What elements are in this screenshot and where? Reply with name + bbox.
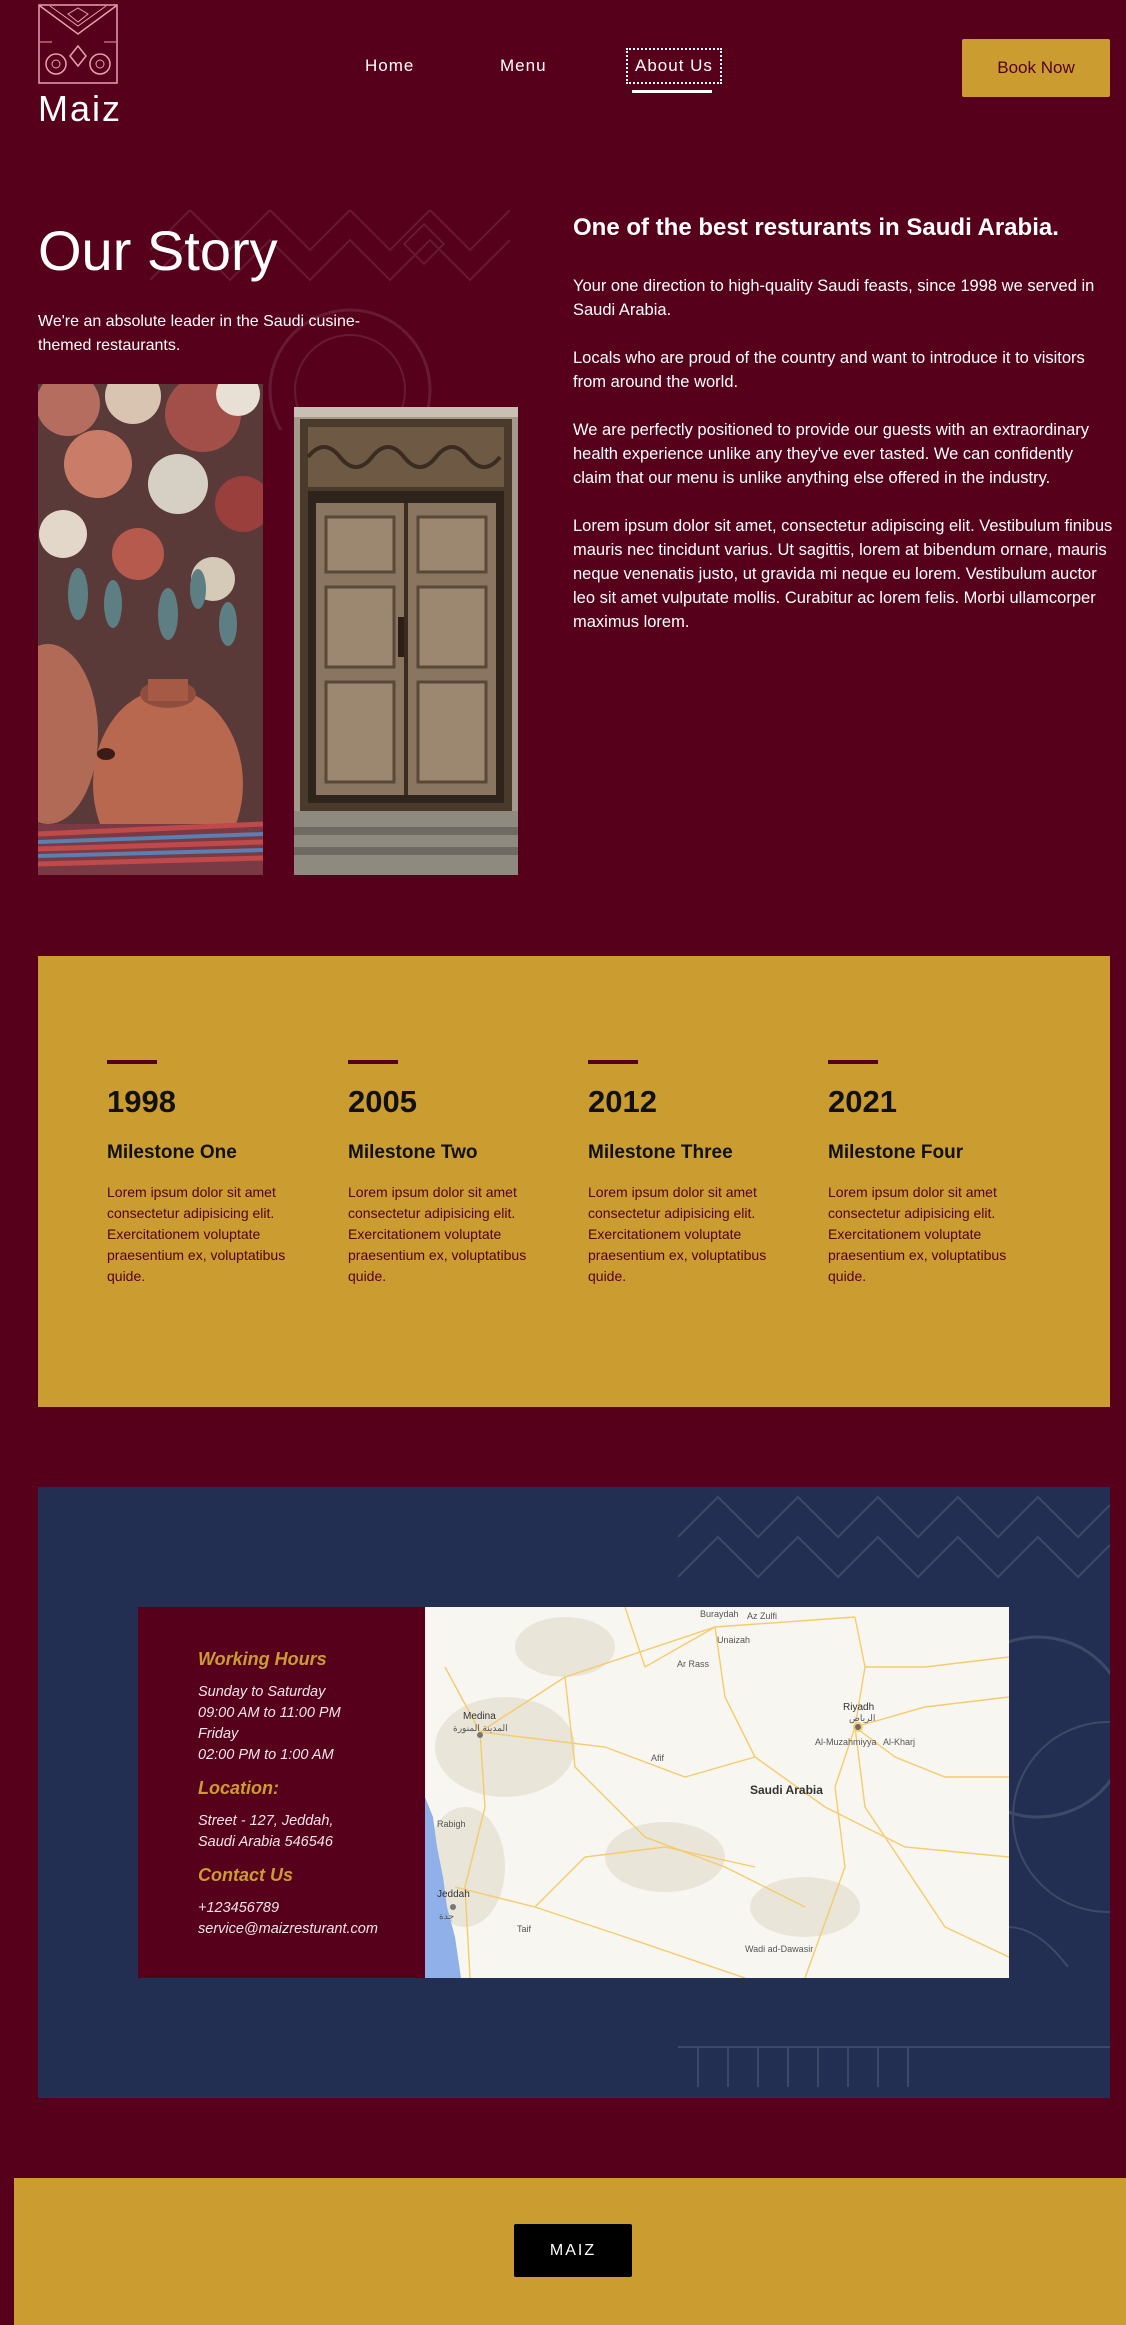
contact-us-heading: Contact Us [198, 1865, 294, 1885]
location-text: Street - 127, Jeddah, Saudi Arabia 54654… [198, 1811, 425, 1853]
map-label-rabigh: Rabigh [437, 1819, 466, 1829]
door-photo [294, 407, 518, 875]
milestone-title: Milestone Three [588, 1142, 733, 1163]
location-map[interactable]: Medina المدينة المنورة Riyadh الرياض Jed… [425, 1607, 1009, 1978]
milestone-body: Lorem ipsum dolor sit amet consectetur a… [588, 1184, 767, 1284]
milestone-accent-bar [828, 1060, 878, 1064]
map-label-afif: Afif [651, 1753, 665, 1763]
milestone-accent-bar [588, 1060, 638, 1064]
milestone-accent-bar [348, 1060, 398, 1064]
milestone-card: 1998 Milestone One Lorem ipsum dolor sit… [107, 1060, 307, 1287]
map-label-unaizah: Unaizah [717, 1635, 750, 1645]
map-label-medina: Medina [463, 1711, 496, 1722]
milestone-body: Lorem ipsum dolor sit amet consectetur a… [348, 1184, 527, 1284]
address-line: Street - 127, Jeddah, [198, 1813, 334, 1829]
email-address[interactable]: service@maizresturant.com [198, 1919, 425, 1940]
milestone-card: 2012 Milestone Three Lorem ipsum dolor s… [588, 1060, 788, 1287]
milestone-year: 2012 [588, 1084, 657, 1119]
milestone-title: Milestone Two [348, 1142, 478, 1163]
story-paragraphs: Your one direction to high-quality Saudi… [573, 274, 1113, 658]
story-paragraph: Lorem ipsum dolor sit amet, consectetur … [573, 517, 1113, 631]
milestone-body: Lorem ipsum dolor sit amet consectetur a… [107, 1184, 286, 1284]
nav-link-about-us[interactable]: About Us [626, 48, 722, 84]
map-label-riyadh-arabic: الرياض [849, 1713, 875, 1724]
hours-line: 02:00 PM to 1:00 AM [198, 1747, 334, 1763]
story-lead: We're an absolute leader in the Saudi cu… [38, 313, 361, 354]
hours-line: 09:00 AM to 11:00 PM [198, 1705, 341, 1721]
milestone-year: 2005 [348, 1084, 417, 1119]
map-label-al-kharj: Al-Kharj [883, 1737, 915, 1747]
map-label-medina-arabic: المدينة المنورة [453, 1723, 508, 1734]
main-nav: Home Menu About Us [0, 48, 1126, 93]
nav-link-home[interactable]: Home [365, 56, 414, 76]
milestones-section: 1998 Milestone One Lorem ipsum dolor sit… [38, 956, 1110, 1407]
hours-line: Friday [198, 1726, 239, 1742]
story-heading: One of the best resturants in Saudi Arab… [573, 214, 1059, 241]
milestone-year: 2021 [828, 1084, 897, 1119]
page-title: Our Story [38, 219, 278, 282]
map-label-al-muzahmiyya: Al-Muzahmiyya [815, 1737, 877, 1747]
milestone-body: Lorem ipsum dolor sit amet consectetur a… [828, 1184, 1007, 1284]
brand-name: Maiz [38, 88, 123, 129]
nav-link-menu[interactable]: Menu [500, 56, 547, 76]
hours-line: Sunday to Saturday [198, 1684, 326, 1700]
phone-number[interactable]: +123456789 [198, 1898, 425, 1919]
footer-brand-button[interactable]: MAIZ [514, 2224, 632, 2277]
map-label-taif: Taif [517, 1924, 532, 1934]
contact-text: +123456789 service@maizresturant.com [198, 1898, 425, 1940]
working-hours-heading: Working Hours [198, 1649, 327, 1669]
milestone-accent-bar [107, 1060, 157, 1064]
working-hours-text: Sunday to Saturday 09:00 AM to 11:00 PM … [198, 1682, 425, 1766]
milestone-title: Milestone Four [828, 1142, 964, 1163]
story-paragraph: Locals who are proud of the country and … [573, 349, 1085, 391]
map-label-ar-rass: Ar Rass [677, 1659, 710, 1669]
address-line: Saudi Arabia 546546 [198, 1834, 333, 1850]
map-label-riyadh: Riyadh [843, 1702, 874, 1713]
contact-info-panel: Working Hours Sunday to Saturday 09:00 A… [138, 1607, 425, 1978]
milestone-card: 2005 Milestone Two Lorem ipsum dolor sit… [348, 1060, 548, 1287]
footer: MAIZ [14, 2178, 1126, 2325]
milestone-year: 1998 [107, 1084, 176, 1119]
map-label-wadi-ad-dawasir: Wadi ad-Dawasir [745, 1944, 813, 1954]
map-label-buraydah: Buraydah [700, 1609, 739, 1619]
pottery-photo [38, 384, 263, 875]
map-label-jeddah: Jeddah [437, 1889, 470, 1900]
location-heading: Location: [198, 1778, 279, 1798]
nav-active-underline [632, 90, 712, 93]
milestone-title: Milestone One [107, 1142, 237, 1163]
map-label-az-zulfi: Az Zulfi [747, 1611, 777, 1621]
book-now-button[interactable]: Book Now [962, 39, 1110, 97]
map-label-jeddah-arabic: جدة [439, 1911, 454, 1921]
milestone-card: 2021 Milestone Four Lorem ipsum dolor si… [828, 1060, 1028, 1287]
story-paragraph: Your one direction to high-quality Saudi… [573, 277, 1095, 319]
contact-section: Working Hours Sunday to Saturday 09:00 A… [38, 1487, 1110, 2098]
map-label-country: Saudi Arabia [750, 1783, 823, 1797]
story-paragraph: We are perfectly positioned to provide o… [573, 421, 1090, 487]
